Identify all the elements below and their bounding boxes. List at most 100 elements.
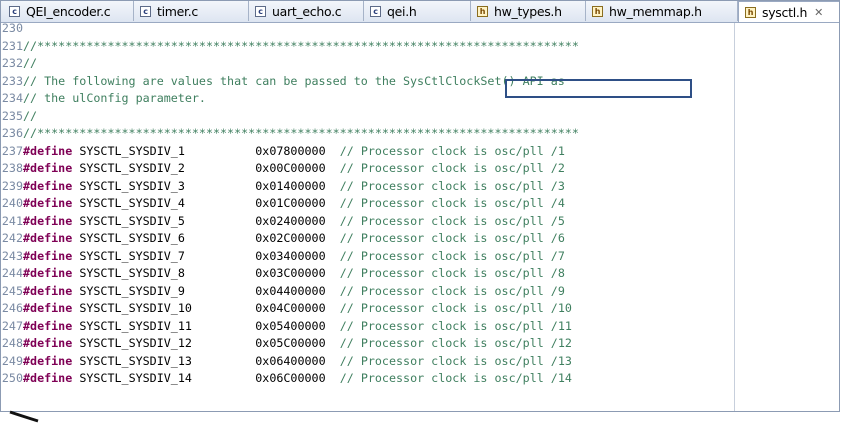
line-number: 241 <box>1 213 23 228</box>
tab-label: sysctl.h <box>762 4 808 20</box>
macro-name: SYSCTL_SYSDIV_12 <box>79 336 192 350</box>
macro-name: SYSCTL_SYSDIV_6 <box>79 231 185 245</box>
macro-value: 0x04400000 <box>255 283 326 298</box>
inline-comment: // Processor clock is osc/pll /8 <box>339 266 565 280</box>
tab-uart-echo-c[interactable]: c uart_echo.c <box>249 1 364 21</box>
define-keyword: #define <box>23 336 73 350</box>
inline-comment: // Processor clock is osc/pll /12 <box>339 336 572 350</box>
macro-value: 0x05400000 <box>255 318 326 333</box>
macro-name: SYSCTL_SYSDIV_10 <box>79 301 192 315</box>
line-number: 240 <box>1 196 23 210</box>
macro-name: SYSCTL_SYSDIV_8 <box>79 266 185 280</box>
tab-hw-memmap-h[interactable]: h hw_memmap.h <box>586 1 738 21</box>
macro-value: 0x01400000 <box>255 178 326 193</box>
header-file-icon: h <box>745 6 756 18</box>
inline-comment: // Processor clock is osc/pll /6 <box>339 231 565 245</box>
define-keyword: #define <box>23 178 73 193</box>
line-number: 230 <box>1 23 23 35</box>
editor-right-area <box>735 23 839 411</box>
code-line: 239#define SYSCTL_SYSDIV_3 0x01400000 //… <box>1 178 565 196</box>
inline-comment: // Processor clock is osc/pll /9 <box>339 283 565 298</box>
inline-comment: // Processor clock is osc/pll /4 <box>339 196 565 210</box>
define-keyword: #define <box>23 231 73 245</box>
tab-label: hw_types.h <box>494 3 562 19</box>
header-file-icon: h <box>477 5 488 17</box>
api-highlight-box <box>505 79 692 98</box>
tab-qei-h[interactable]: c qei.h <box>364 1 471 21</box>
tab-sysctl-h[interactable]: h sysctl.h ✕ <box>738 1 839 22</box>
tab-label: timer.c <box>157 3 198 19</box>
define-keyword: #define <box>23 301 73 315</box>
tab-hw-types-h[interactable]: h hw_types.h <box>471 1 586 21</box>
line-number: 243 <box>1 248 23 263</box>
macro-value: 0x04C00000 <box>255 301 326 315</box>
inline-comment: // Processor clock is osc/pll /11 <box>339 318 572 333</box>
macro-name: SYSCTL_SYSDIV_3 <box>79 178 185 193</box>
inline-comment: // Processor clock is osc/pll /14 <box>339 371 572 385</box>
line-number: 250 <box>1 371 23 385</box>
macro-name: SYSCTL_SYSDIV_11 <box>79 318 192 333</box>
comment-text: //**************************************… <box>23 126 579 140</box>
comment-text: // the ulConfig parameter. <box>23 91 206 105</box>
define-keyword: #define <box>23 353 73 368</box>
line-number: 245 <box>1 283 23 298</box>
line-number: 239 <box>1 178 23 193</box>
macro-value: 0x02400000 <box>255 213 326 228</box>
line-number: 242 <box>1 231 23 245</box>
tab-label: qei.h <box>387 3 417 19</box>
code-line: 238#define SYSCTL_SYSDIV_2 0x00C00000 //… <box>1 160 565 178</box>
define-keyword: #define <box>23 248 73 263</box>
tab-qei-encoder-c[interactable]: c QEI_encoder.c <box>3 1 134 21</box>
comment-text: // <box>23 108 38 123</box>
code-line: 245#define SYSCTL_SYSDIV_9 0x04400000 //… <box>1 283 565 301</box>
code-line: 242#define SYSCTL_SYSDIV_6 0x02C00000 //… <box>1 230 565 248</box>
code-line: 247#define SYSCTL_SYSDIV_11 0x05400000 /… <box>1 318 572 336</box>
code-line: 241#define SYSCTL_SYSDIV_5 0x02400000 //… <box>1 213 565 231</box>
define-keyword: #define <box>23 371 73 385</box>
line-number: 244 <box>1 266 23 280</box>
macro-value: 0x02C00000 <box>255 231 326 245</box>
define-keyword: #define <box>23 196 73 210</box>
close-tab-icon[interactable]: ✕ <box>814 6 823 19</box>
editor-tab-bar: c QEI_encoder.c c timer.c c uart_echo.c c qei.h… <box>1 1 839 23</box>
tab-label: QEI_encoder.c <box>26 3 111 19</box>
inline-comment: // Processor clock is osc/pll /5 <box>339 213 565 228</box>
define-keyword: #define <box>23 213 73 228</box>
code-line: 246#define SYSCTL_SYSDIV_10 0x04C00000 /… <box>1 300 572 318</box>
code-line: 243#define SYSCTL_SYSDIV_7 0x03400000 //… <box>1 248 565 266</box>
line-number: 249 <box>1 353 23 368</box>
code-line: 234// the ulConfig parameter. <box>1 90 206 108</box>
code-line: 240#define SYSCTL_SYSDIV_4 0x01C00000 //… <box>1 195 565 213</box>
c-file-icon: c <box>255 5 266 17</box>
c-file-icon: c <box>370 5 381 17</box>
code-line: 237#define SYSCTL_SYSDIV_1 0x07800000 //… <box>1 143 565 161</box>
tab-timer-c[interactable]: c timer.c <box>134 1 249 21</box>
line-number: 247 <box>1 318 23 333</box>
macro-name: SYSCTL_SYSDIV_1 <box>79 143 185 158</box>
comment-text: // The following are values that can be … <box>23 73 565 88</box>
define-keyword: #define <box>23 143 73 158</box>
inline-comment: // Processor clock is osc/pll /3 <box>339 178 565 193</box>
line-number: 248 <box>1 336 23 350</box>
macro-value: 0x06400000 <box>255 353 326 368</box>
tab-label: uart_echo.c <box>272 3 342 19</box>
code-line: 231//***********************************… <box>1 38 579 56</box>
line-number: 231 <box>1 38 23 53</box>
define-keyword: #define <box>23 266 73 280</box>
macro-name: SYSCTL_SYSDIV_2 <box>79 161 185 175</box>
macro-name: SYSCTL_SYSDIV_5 <box>79 213 185 228</box>
macro-value: 0x00C00000 <box>255 161 326 175</box>
line-number: 233 <box>1 73 23 88</box>
editor-window: c QEI_encoder.c c timer.c c uart_echo.c c qei.h… <box>0 0 840 412</box>
code-line: 236//***********************************… <box>1 125 579 143</box>
code-line: 235// <box>1 108 37 126</box>
inline-comment: // Processor clock is osc/pll /10 <box>339 301 572 315</box>
macro-value: 0x06C00000 <box>255 371 326 385</box>
macro-name: SYSCTL_SYSDIV_7 <box>79 248 185 263</box>
line-number: 238 <box>1 161 23 175</box>
define-keyword: #define <box>23 161 73 175</box>
inline-comment: // Processor clock is osc/pll /2 <box>339 161 565 175</box>
code-line: 244#define SYSCTL_SYSDIV_8 0x03C00000 //… <box>1 265 565 283</box>
line-number: 237 <box>1 143 23 158</box>
macro-name: SYSCTL_SYSDIV_14 <box>79 371 192 385</box>
